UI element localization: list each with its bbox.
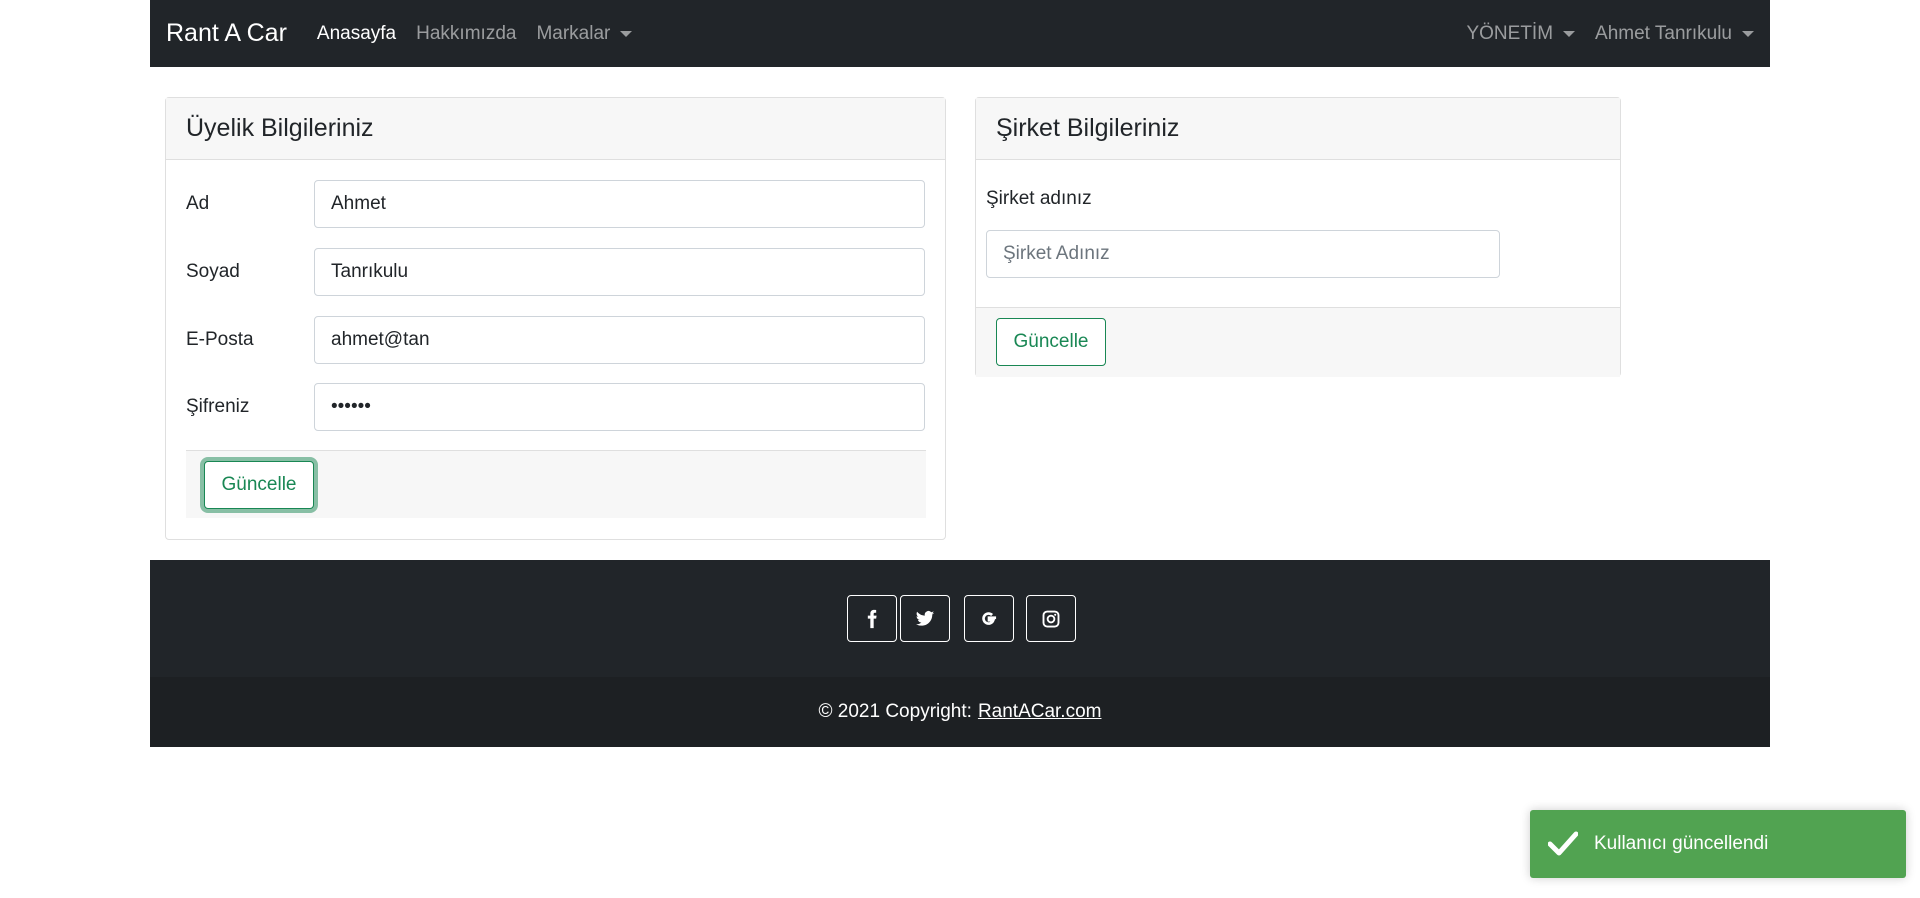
company-name-input[interactable]: Şirket Adınız	[986, 230, 1500, 278]
nav-dropdown-user[interactable]: Ahmet Tanrıkulu	[1595, 23, 1754, 45]
nav-link-home[interactable]: Anasayfa	[317, 23, 396, 45]
nav-dropdown-brands-label: Markalar	[536, 22, 611, 44]
company-update-button[interactable]: Güncelle	[996, 318, 1106, 366]
password-label: Şifreniz	[186, 396, 250, 417]
page-container: Rant A Car Anasayfa Hakkımızda Markalar …	[150, 0, 1770, 67]
membership-update-button[interactable]: Güncelle	[204, 461, 314, 509]
company-card-footer: Güncelle	[976, 307, 1620, 377]
footer-social-section	[150, 560, 1770, 677]
toast-message: Kullanıcı güncellendi	[1594, 833, 1769, 854]
facebook-icon[interactable]	[847, 595, 897, 642]
last-name-input[interactable]: Tanrıkulu	[314, 248, 925, 296]
chevron-down-icon	[1742, 30, 1754, 37]
email-input[interactable]: ahmet@tan	[314, 316, 925, 364]
footer-copyright: © 2021 Copyright: RantACar.com	[150, 677, 1770, 747]
success-toast[interactable]: Kullanıcı güncellendi	[1530, 810, 1906, 878]
nav-dropdown-user-label: Ahmet Tanrıkulu	[1595, 22, 1732, 44]
company-card: Şirket Bilgileriniz Şirket adınız Şirket…	[975, 97, 1621, 377]
first-name-input[interactable]: Ahmet	[314, 180, 925, 228]
password-input[interactable]: ••••••	[314, 383, 925, 431]
password-row: Şifreniz ••••••	[186, 383, 926, 431]
company-card-title: Şirket Bilgileriniz	[976, 98, 1620, 160]
first-name-row: Ad Ahmet	[186, 180, 926, 228]
checkmark-icon	[1548, 831, 1578, 856]
first-name-label: Ad	[186, 193, 210, 214]
membership-card-title: Üyelik Bilgileriniz	[166, 98, 945, 160]
navbar: Rant A Car Anasayfa Hakkımızda Markalar …	[150, 0, 1770, 67]
email-row: E-Posta ahmet@tan	[186, 316, 926, 364]
last-name-row: Soyad Tanrıkulu	[186, 248, 926, 296]
nav-dropdown-admin[interactable]: YÖNETİM	[1466, 22, 1576, 45]
nav-link-about[interactable]: Hakkımızda	[416, 23, 516, 45]
nav-right: YÖNETİM Ahmet Tanrıkulu	[1446, 23, 1754, 45]
last-name-label: Soyad	[186, 261, 240, 282]
site-link[interactable]: RantACar.com	[978, 701, 1102, 723]
chevron-down-icon	[620, 30, 633, 37]
brand-logo[interactable]: Rant A Car	[166, 19, 287, 48]
nav-dropdown-admin-label: YÖNETİM	[1466, 22, 1554, 44]
google-icon[interactable]	[964, 595, 1014, 642]
instagram-icon[interactable]	[1026, 595, 1076, 642]
email-label: E-Posta	[186, 329, 254, 350]
membership-card-footer: Güncelle	[186, 450, 926, 518]
copyright-text: © 2021 Copyright:	[818, 701, 972, 722]
membership-card: Üyelik Bilgileriniz Ad Ahmet Soyad Tanrı…	[165, 97, 946, 540]
twitter-icon[interactable]	[900, 595, 950, 642]
chevron-down-icon	[1563, 30, 1576, 37]
company-name-label: Şirket adınız	[986, 188, 1092, 209]
nav-dropdown-brands[interactable]: Markalar	[536, 22, 633, 45]
